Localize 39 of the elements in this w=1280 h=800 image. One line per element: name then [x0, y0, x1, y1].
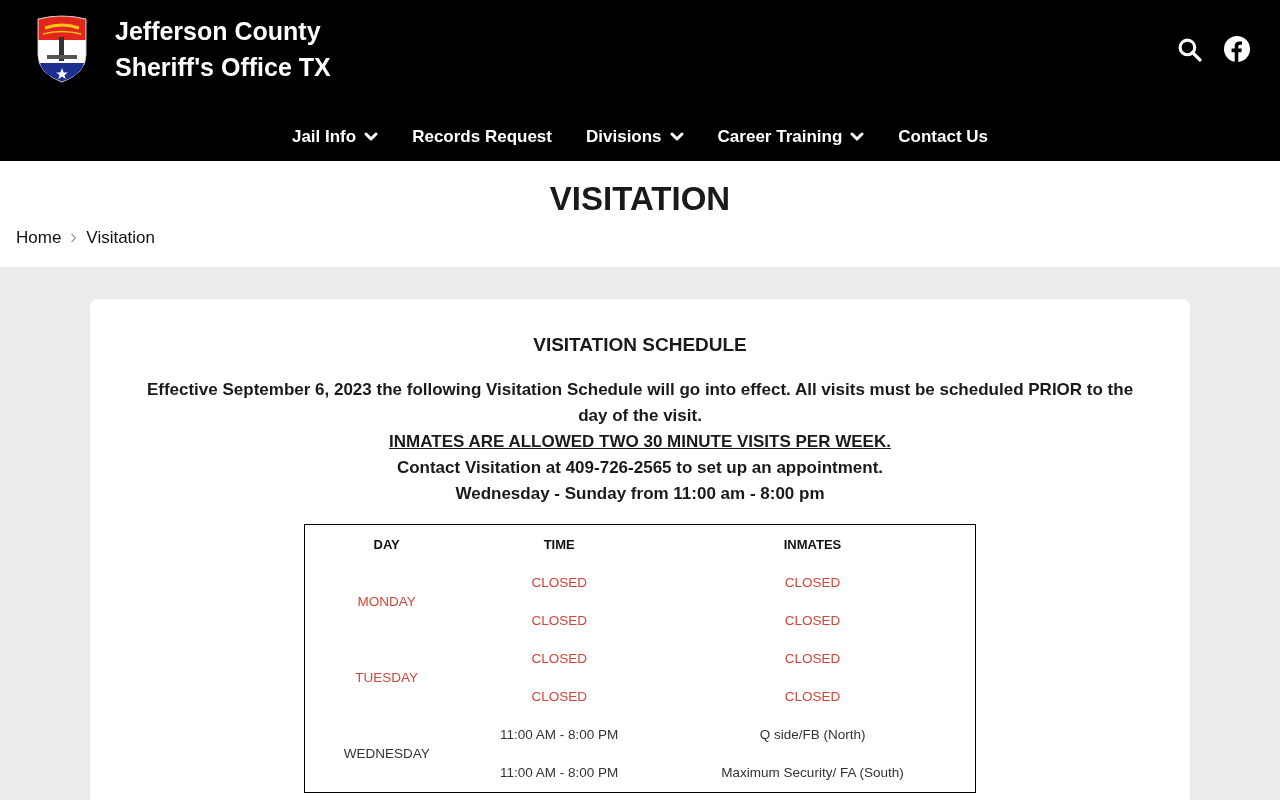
notice-text: Wednesday - Sunday from 11:00 am - 8:00 pm [454, 483, 826, 505]
breadcrumb-current: Visitation [86, 227, 156, 249]
inmates-cell: Maximum Security/ FA (South) [650, 754, 976, 793]
schedule-heading: VISITATION SCHEDULE [532, 333, 748, 357]
notice-text: Effective September 6, 2023 the following Visitation Schedule will go into effect. All visits must be scheduled PRIOR to the day of the visit. [145, 379, 1135, 427]
inmates-cell: CLOSED [650, 640, 976, 679]
time-cell-text: CLOSED [530, 688, 588, 707]
time-cell-text: 11:00 AM - 8:00 PM [499, 726, 620, 745]
facebook-icon[interactable] [1224, 36, 1250, 62]
breadcrumb-link[interactable]: Home [16, 225, 62, 251]
notice-text: Contact Visitation at 409-726-2565 to set up an appointment. [395, 457, 885, 479]
day-cell: MONDAY [304, 564, 469, 641]
search-icon[interactable] [1177, 36, 1202, 62]
time-cell-text: CLOSED [530, 612, 588, 631]
chevron-down-icon [364, 131, 379, 142]
nav-link[interactable]: Divisions [586, 123, 684, 150]
nav-link[interactable]: Career Training [717, 123, 865, 150]
column-header: INMATES [650, 524, 976, 565]
day-cell: TUESDAY [304, 640, 469, 717]
time-cell-text: CLOSED [530, 574, 588, 593]
inmates-cell: CLOSED [650, 602, 976, 641]
chevron-down-icon [850, 131, 865, 142]
nav-link[interactable]: Jail Info [291, 123, 379, 150]
inmates-cell: CLOSED [650, 564, 976, 603]
site-title[interactable]: Jefferson County Sheriff's Office TX [115, 13, 365, 85]
notice-text: INMATES ARE ALLOWED TWO 30 MINUTE VISITS PER WEEK. [388, 431, 892, 453]
inmates-cell: CLOSED [650, 678, 976, 717]
column-header: TIME [468, 524, 651, 565]
chevron-down-icon [669, 131, 684, 142]
chevron-right-icon [70, 232, 78, 243]
time-cell-text: CLOSED [530, 650, 588, 669]
time-cell: 11:00 AM - 8:00 PM [468, 754, 651, 793]
shield-logo[interactable] [35, 15, 89, 83]
inmates-cell: Q side/FB (North) [650, 716, 976, 755]
nav-link[interactable]: Records Request [412, 123, 552, 150]
page-title: VISITATION [548, 179, 732, 219]
nav-link[interactable]: Contact Us [898, 123, 989, 150]
column-header: DAY [304, 524, 469, 565]
day-cell: WEDNESDAY [304, 716, 469, 793]
